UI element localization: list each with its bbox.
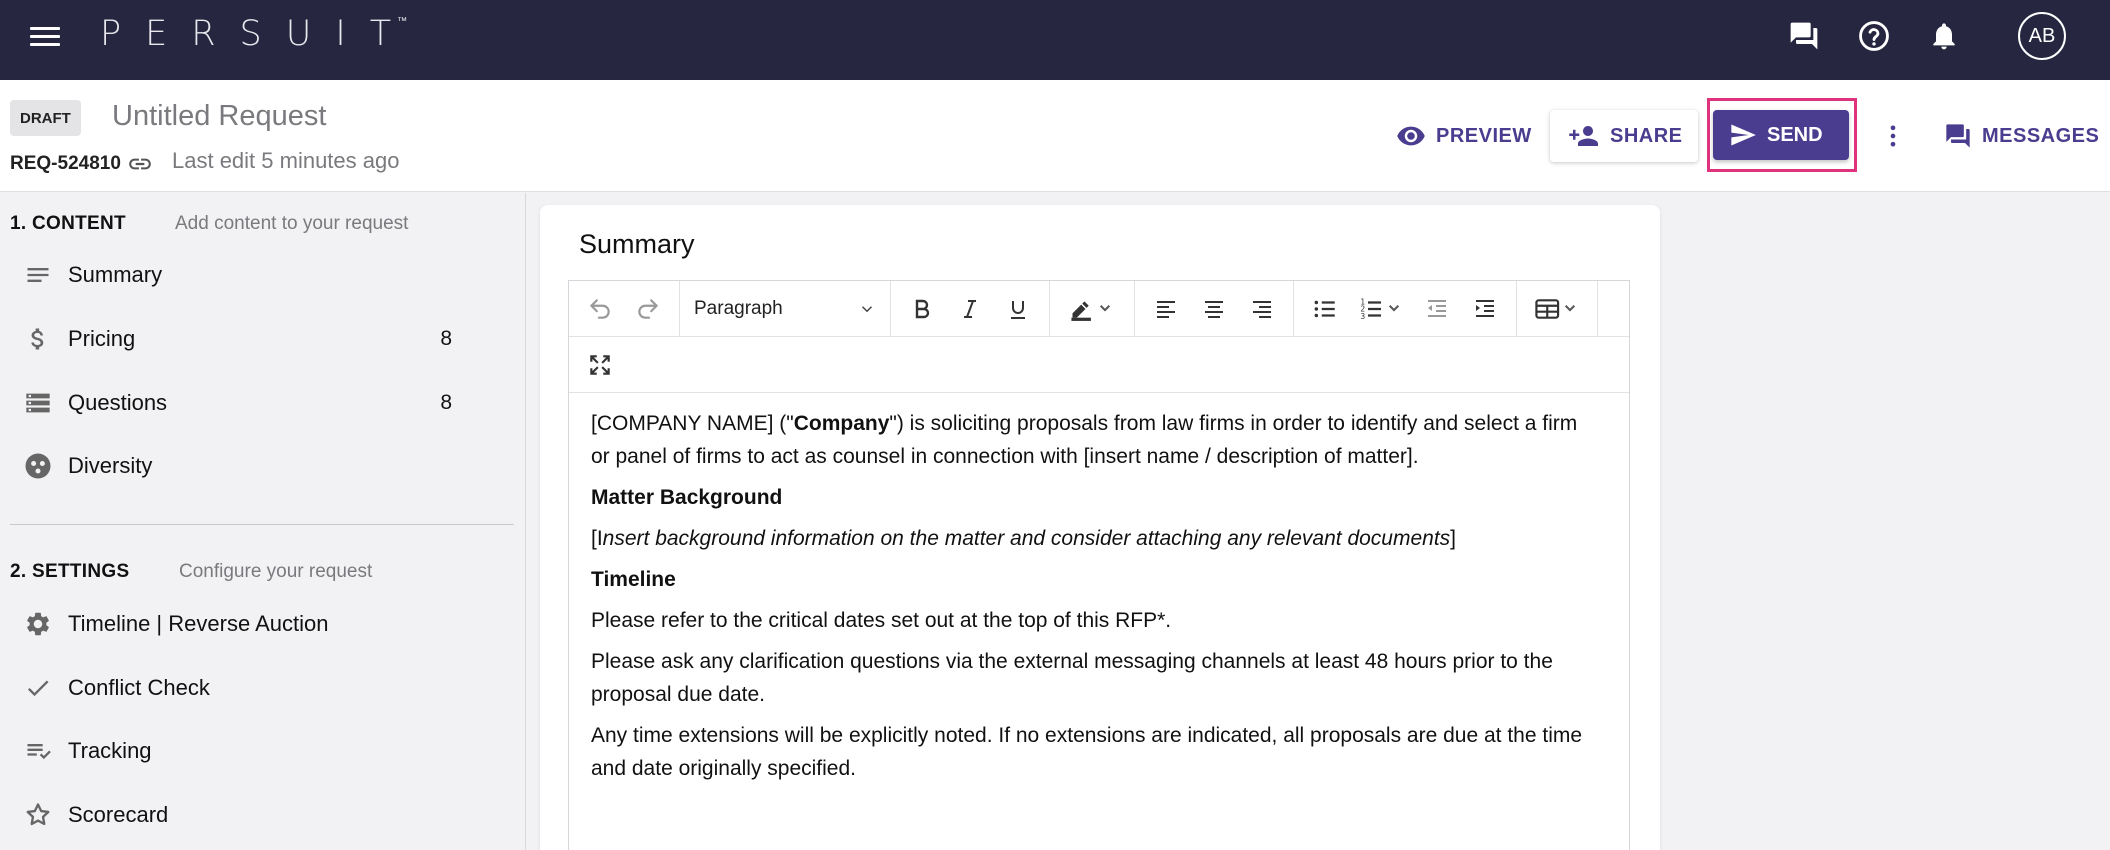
paragraph: [Insert background information on the ma… [591,527,1457,550]
persuit-logo[interactable]: PERSUIT™ [100,14,425,54]
sidebar-item-label: Pricing [68,326,136,351]
request-title[interactable]: Untitled Request [112,100,326,133]
sidebar-item-questions[interactable]: Questions 8 [22,383,452,423]
undo-icon[interactable] [579,288,621,330]
summary-card: Summary Paragraph 1 2 3 [COMPANY NAME] (… [540,205,1660,850]
table-group [1517,280,1598,337]
paragraph: Please ask any clarification questions v… [591,650,1553,706]
paragraph: Please refer to the critical dates set o… [591,609,1172,632]
rich-text-editor: Paragraph 123 [COMPANY NAME] ("Company")… [568,280,1630,850]
bullet-list-icon[interactable] [1304,288,1346,330]
sidebar-item-conflict-check[interactable]: Conflict Check [22,668,452,708]
block-format-select[interactable]: Paragraph [690,298,880,320]
highlight-color-icon[interactable] [1060,288,1124,330]
align-left-icon[interactable] [1145,288,1187,330]
checklist-icon [22,735,54,767]
share-label: SHARE [1610,124,1683,147]
editor-toolbar: Paragraph 123 [569,280,1629,337]
dollar-icon [22,323,54,355]
sidebar-item-summary[interactable]: Summary [22,255,452,295]
gear-icon [22,608,54,640]
send-label: SEND [1767,123,1823,146]
send-button[interactable]: SEND [1713,110,1849,160]
content-section-subtitle: Add content to your request [175,213,409,234]
sidebar-item-label: Timeline | Reverse Auction [68,611,329,636]
sidebar-item-label: Summary [68,262,163,287]
send-icon [1731,124,1756,146]
editor-content[interactable]: [COMPANY NAME] ("Company") is soliciting… [591,407,1601,793]
block-format-group: Paragraph [680,280,891,337]
preview-label: PREVIEW [1436,124,1532,147]
paragraph: [COMPANY NAME] ("Company") is soliciting… [591,412,1578,468]
sidebar-item-label: Diversity [68,453,153,478]
sidebar-item-tracking[interactable]: Tracking [22,731,452,771]
help-icon[interactable] [1856,18,1892,54]
heading-timeline: Timeline [591,568,676,591]
align-group [1135,280,1294,337]
preview-button[interactable]: PREVIEW [1396,110,1532,162]
item-count-badge: 8 [440,391,452,414]
history-group [569,280,680,337]
table-icon[interactable] [1527,288,1587,330]
highlight-group [1050,280,1135,337]
settings-section-title: 2. SETTINGS [10,561,130,582]
diversity-icon [22,450,54,482]
star-icon [22,799,54,831]
underline-icon[interactable] [997,288,1039,330]
bell-icon[interactable] [1926,18,1962,54]
eye-icon [1397,126,1425,146]
chevron-down-icon [861,305,873,312]
outdent-icon[interactable] [1416,288,1458,330]
share-button[interactable]: SHARE [1550,110,1698,162]
last-edit-text: Last edit 5 minutes ago [172,148,400,173]
messages-label: MESSAGES [1982,124,2100,147]
sidebar: 1. CONTENT Add content to your request S… [0,193,526,850]
list-group: 123 [1294,280,1517,337]
sidebar-divider [10,524,514,525]
numbered-list-icon[interactable]: 123 [1352,288,1410,330]
check-icon [22,672,54,704]
text-style-group [891,280,1050,337]
block-format-value: Paragraph [694,297,783,319]
sidebar-item-label: Tracking [68,738,152,763]
align-center-icon[interactable] [1193,288,1235,330]
chat-icon[interactable] [1786,18,1822,54]
sidebar-item-label: Conflict Check [68,675,210,700]
fullscreen-icon[interactable] [579,344,621,386]
align-right-icon[interactable] [1241,288,1283,330]
bold-icon[interactable] [901,288,943,330]
redo-icon[interactable] [627,288,669,330]
link-icon[interactable] [127,151,153,177]
notes-icon [22,259,54,291]
italic-icon[interactable] [949,288,991,330]
avatar[interactable]: AB [2018,12,2066,60]
status-badge: DRAFT [10,100,81,136]
add-person-icon [1569,126,1598,146]
hamburger-menu-icon[interactable] [30,22,60,52]
request-id-text: REQ-524810 [10,153,121,174]
heading-matter-background: Matter Background [591,486,783,509]
top-app-bar: PERSUIT™ AB [0,0,2110,80]
svg-text:3: 3 [1360,311,1365,320]
content-section-title: 1. CONTENT [10,213,126,234]
section-title: Summary [579,229,695,259]
editor-toolbar-secondary [569,337,1629,393]
messages-button[interactable]: MESSAGES [1944,110,2099,162]
paragraph: Any time extensions will be explicitly n… [591,724,1583,780]
sidebar-item-scorecard[interactable]: Scorecard [22,795,452,835]
message-icon [1946,124,1970,148]
indent-icon[interactable] [1464,288,1506,330]
sidebar-item-label: Scorecard [68,802,169,827]
sidebar-item-diversity[interactable]: Diversity [22,446,452,486]
settings-section-subtitle: Configure your request [179,561,373,582]
storage-icon [22,387,54,419]
sidebar-item-pricing[interactable]: Pricing 8 [22,319,452,359]
request-id: REQ-524810 [10,151,153,177]
item-count-badge: 8 [440,327,452,350]
sidebar-item-label: Questions [68,390,168,415]
sidebar-item-timeline[interactable]: Timeline | Reverse Auction [22,604,452,644]
more-options-icon[interactable] [1876,110,1910,162]
